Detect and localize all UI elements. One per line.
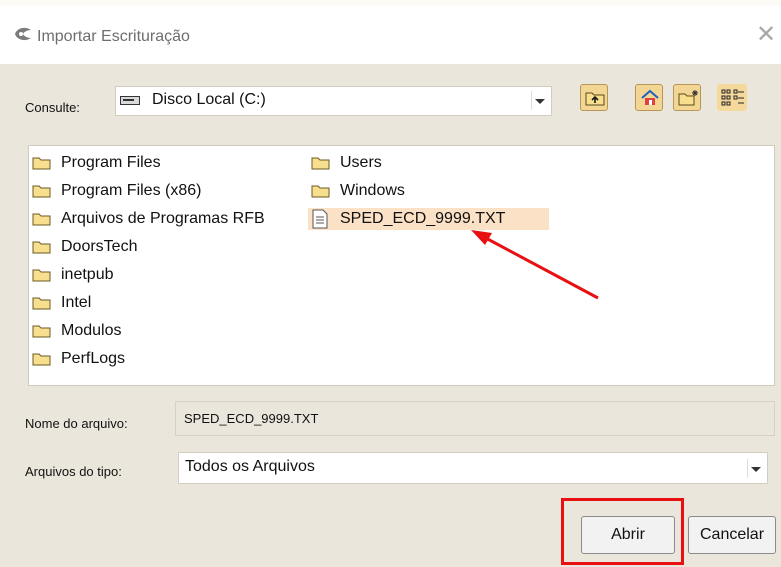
- annotation-arrow: [471, 230, 599, 300]
